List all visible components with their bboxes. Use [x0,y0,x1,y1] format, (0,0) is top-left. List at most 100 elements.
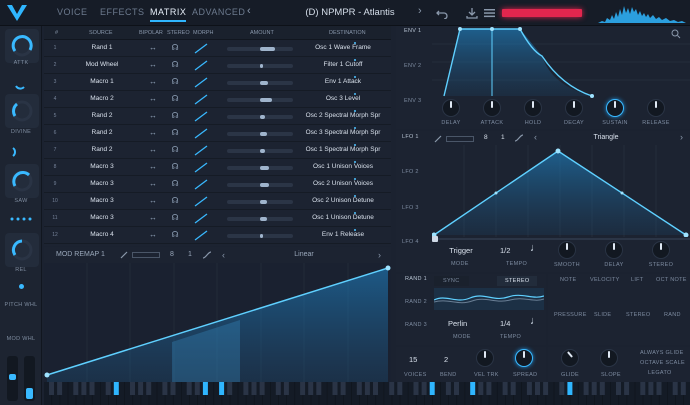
amount-slider[interactable] [227,149,293,153]
black-key[interactable] [413,382,419,395]
black-key[interactable] [526,382,532,395]
morph-curve-icon[interactable] [194,145,208,156]
black-key[interactable] [624,382,630,395]
rand-note-icon[interactable]: ♩ [530,315,541,327]
black-key[interactable] [227,382,233,395]
black-key[interactable] [300,382,306,395]
env-release-knob[interactable] [647,99,665,117]
lfo-next-button[interactable]: › [680,132,683,142]
stereo-headphones-icon[interactable]: ☊ [168,162,182,171]
envelope-display[interactable] [432,26,690,98]
amount-slider[interactable] [227,81,293,85]
source-select[interactable]: Macro 4 [66,231,138,238]
black-key[interactable] [73,382,79,395]
remap-grid-a[interactable]: 8 [170,251,174,258]
black-key[interactable] [308,382,314,395]
bipolar-toggle-icon[interactable]: ↔ [144,128,162,137]
source-select[interactable]: Mod Wheel [66,61,138,68]
black-key[interactable] [640,382,646,395]
always-glide-toggle[interactable]: ALWAYS GLIDE [640,350,684,356]
next-preset-button[interactable]: › [418,5,422,17]
stereo-headphones-icon[interactable]: ☊ [168,179,182,188]
stereo-headphones-icon[interactable]: ☊ [168,145,182,154]
source-velocity[interactable]: VELOCITY [590,277,620,283]
rand-mode-value[interactable]: Perlin [448,319,467,328]
black-key[interactable] [445,382,451,395]
amount-slider[interactable] [227,115,293,119]
source-select[interactable]: Rand 2 [66,146,138,153]
destination-select[interactable]: Env 1 Release [299,231,387,238]
lfo-grid-b[interactable]: 1 [501,134,505,141]
black-key[interactable] [186,382,192,395]
destination-select[interactable]: Osc 2 Unison Voices [299,180,387,187]
black-key[interactable] [275,382,281,395]
black-key[interactable] [583,382,589,395]
black-key[interactable] [259,382,265,395]
stereo-headphones-icon[interactable]: ☊ [168,60,182,69]
remap-prev-button[interactable]: ‹ [222,250,225,260]
morph-curve-icon[interactable] [194,94,208,105]
lfo-shape-name[interactable]: Triangle [576,134,636,141]
stereo-headphones-icon[interactable]: ☊ [168,213,182,222]
black-key[interactable] [170,382,176,395]
rand-sync-button[interactable]: SYNC [434,276,469,286]
stereo-headphones-icon[interactable]: ☊ [168,196,182,205]
destination-select[interactable]: Osc 3 Level [299,95,387,102]
destination-select[interactable]: Osc 3 Spectral Morph Spr [299,129,387,136]
matrix-row[interactable]: 5 Rand 2 ↔ ☊ Osc 2 Spectral Morph Spr [44,108,391,125]
menu-icon[interactable] [484,8,495,18]
source-select[interactable]: Macro 3 [66,163,138,170]
lfo-3-tab[interactable]: LFO 3 [402,205,419,211]
matrix-row[interactable]: 6 Rand 2 ↔ ☊ Osc 3 Spectral Morph Spr [44,125,391,142]
black-key[interactable] [397,382,403,395]
source-stereo[interactable]: STEREO [626,312,650,318]
stereo-headphones-icon[interactable]: ☊ [168,43,182,52]
black-key[interactable] [251,382,257,395]
source-select[interactable]: Rand 2 [66,112,138,119]
rand-3-tab[interactable]: RAND 3 [405,322,427,328]
black-key[interactable] [373,382,378,395]
black-key[interactable] [364,382,370,395]
bipolar-toggle-icon[interactable]: ↔ [144,94,162,103]
tab-matrix[interactable]: MATRIX [150,7,187,22]
matrix-row[interactable]: 3 Macro 1 ↔ ☊ Env 1 Attack [44,74,391,91]
rand-stereo-button[interactable]: STEREO [497,276,537,286]
matrix-row[interactable]: 7 Rand 2 ↔ ☊ Osc 1 Spectral Morph Spr [44,142,391,159]
amount-slider[interactable] [227,217,293,221]
glide-knob[interactable] [561,349,579,367]
black-key[interactable] [478,382,484,395]
black-key[interactable] [283,382,289,395]
black-key[interactable] [502,382,508,395]
stereo-headphones-icon[interactable]: ☊ [168,230,182,239]
black-key[interactable] [672,382,678,395]
save-icon[interactable] [466,7,478,19]
black-key[interactable] [486,382,492,395]
note-icon[interactable]: ♩ [530,242,541,254]
black-key[interactable] [332,382,338,395]
black-key[interactable] [454,382,459,395]
smooth-toggle[interactable] [132,252,160,258]
morph-curve-icon[interactable] [194,77,208,88]
source-select[interactable]: Macro 3 [66,197,138,204]
morph-curve-icon[interactable] [194,60,208,71]
tab-advanced[interactable]: ADVANCED [192,7,245,17]
black-key[interactable] [105,382,111,395]
lfo-curve-icon[interactable] [514,133,524,143]
black-key[interactable] [543,382,549,395]
black-key[interactable] [680,382,686,395]
matrix-row[interactable]: 9 Macro 3 ↔ ☊ Osc 2 Unison Voices [44,176,391,193]
undo-icon[interactable] [436,7,448,19]
matrix-row[interactable]: 10 Macro 3 ↔ ☊ Osc 2 Unison Detune [44,193,391,210]
matrix-row[interactable]: 4 Macro 2 ↔ ☊ Osc 3 Level [44,91,391,108]
black-key[interactable] [89,382,95,395]
source-select[interactable]: Macro 1 [66,78,138,85]
matrix-row[interactable]: 2 Mod Wheel ↔ ☊ Filter 1 Cutoff [44,57,391,74]
black-key[interactable] [591,382,597,395]
pencil-icon[interactable] [120,251,128,259]
black-key[interactable] [599,382,605,395]
env-hold-knob[interactable] [524,99,542,117]
black-key[interactable] [470,382,476,395]
matrix-row[interactable]: 11 Macro 3 ↔ ☊ Osc 1 Unison Detune [44,210,391,227]
lfo-2-tab[interactable]: LFO 2 [402,169,419,175]
macro-mod-indicator-1[interactable] [14,78,26,90]
